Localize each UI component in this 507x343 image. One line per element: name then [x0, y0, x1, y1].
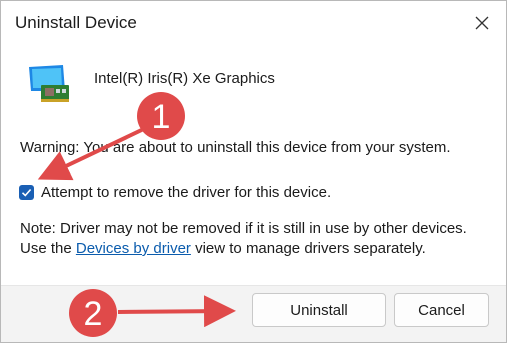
remove-driver-checkbox[interactable]	[19, 185, 34, 200]
note-text: Note: Driver may not be removed if it is…	[20, 219, 490, 259]
checkmark-icon	[21, 188, 32, 197]
close-button[interactable]	[464, 5, 500, 41]
title-bar: Uninstall Device	[1, 1, 506, 45]
display-adapter-icon	[29, 65, 69, 102]
device-name: Intel(R) Iris(R) Xe Graphics	[94, 70, 275, 87]
note-text-end: view to manage drivers separately.	[190, 240, 426, 257]
uninstall-device-dialog: Uninstall Device Intel(R) Iris(R) Xe Gra…	[0, 0, 507, 343]
remove-driver-label[interactable]: Attempt to remove the driver for this de…	[41, 184, 331, 201]
close-icon	[475, 16, 489, 30]
uninstall-button[interactable]: Uninstall	[252, 293, 386, 327]
warning-text: Warning: You are about to uninstall this…	[20, 139, 451, 156]
cancel-button[interactable]: Cancel	[394, 293, 489, 327]
devices-by-driver-link[interactable]: Devices by driver	[76, 240, 191, 257]
dialog-title: Uninstall Device	[15, 13, 137, 32]
